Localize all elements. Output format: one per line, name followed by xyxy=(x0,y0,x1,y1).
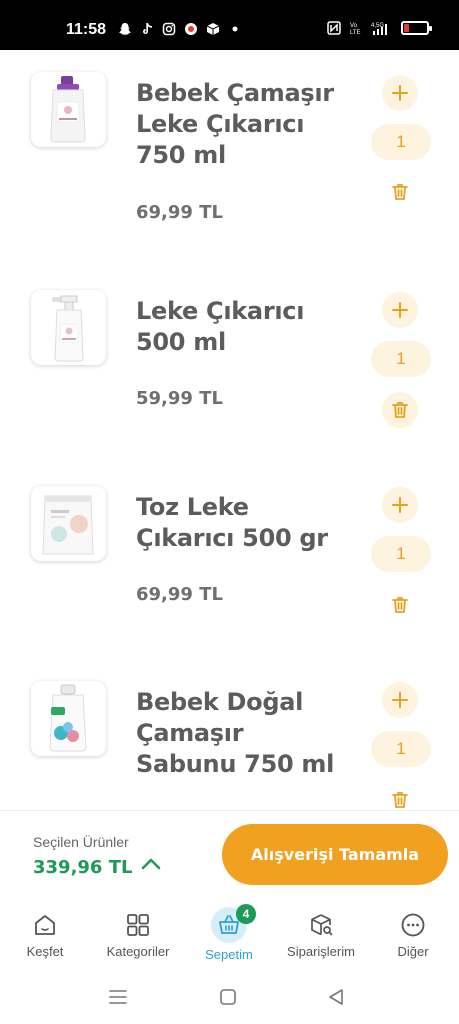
menu-icon[interactable] xyxy=(108,988,128,1006)
svg-text:LTE: LTE xyxy=(350,30,361,35)
trash-icon xyxy=(392,402,408,418)
plus-icon xyxy=(392,497,408,513)
back-icon[interactable] xyxy=(326,988,346,1006)
chevron-up-icon[interactable] xyxy=(140,857,162,871)
instagram-icon xyxy=(162,22,176,36)
trash-icon xyxy=(392,792,408,808)
grid-icon xyxy=(123,910,153,940)
home-square-icon[interactable] xyxy=(219,988,237,1006)
product-image[interactable] xyxy=(31,72,106,147)
powder-pouch-image xyxy=(42,495,94,555)
svg-text:Vo: Vo xyxy=(350,23,358,29)
product-name[interactable]: Toz Leke Çıkarıcı 500 gr xyxy=(136,492,351,554)
product-name[interactable]: Bebek Çamaşır Leke Çıkarıcı 750 ml xyxy=(136,78,351,171)
dot-icon xyxy=(232,26,238,32)
home-icon xyxy=(30,910,60,940)
increase-quantity-button[interactable] xyxy=(382,487,418,523)
remove-item-button[interactable] xyxy=(382,587,418,623)
product-name[interactable]: Leke Çıkarıcı 500 ml xyxy=(136,296,351,358)
soap-bottle-image xyxy=(49,684,87,752)
detergent-bottle-image xyxy=(50,76,86,143)
plus-icon xyxy=(392,302,408,318)
cart-item: Leke Çıkarıcı 500 ml 59,99 TL 1 xyxy=(0,268,459,463)
product-name[interactable]: Bebek Doğal Çamaşır Sabunu 750 ml xyxy=(136,687,351,780)
product-image[interactable] xyxy=(31,681,106,756)
status-time: 11:58 xyxy=(66,21,107,38)
remove-item-button[interactable] xyxy=(382,782,418,810)
volte-icon: VoLTE xyxy=(350,23,361,35)
system-icons: Vo LTE 4,5G xyxy=(327,21,432,35)
status-bar: 11:58 Vo LTE 4,5G xyxy=(0,0,459,50)
spray-bottle-image xyxy=(52,295,84,362)
quantity-value: 1 xyxy=(371,341,431,377)
trash-icon xyxy=(392,597,408,613)
increase-quantity-button[interactable] xyxy=(382,292,418,328)
nav-label: Siparişlerim xyxy=(287,944,355,959)
remove-item-button[interactable] xyxy=(382,174,418,210)
remove-item-button[interactable] xyxy=(382,392,418,428)
nav-item-sepetim[interactable]: 4 Sepetim xyxy=(184,904,274,962)
battery-icon xyxy=(401,21,432,35)
increase-quantity-button[interactable] xyxy=(382,682,418,718)
selected-items-label: Seçilen Ürünler xyxy=(33,834,129,850)
nav-item-kesfet[interactable]: Keşfet xyxy=(0,910,90,959)
quantity-value: 1 xyxy=(371,536,431,572)
snapchat-icon xyxy=(119,23,131,35)
nav-item-siparislerim[interactable]: Siparişlerim xyxy=(276,910,366,959)
cart-item: Bebek Çamaşır Leke Çıkarıcı 750 ml 69,99… xyxy=(0,50,459,245)
nav-label: Diğer xyxy=(397,944,429,959)
nav-label: Keşfet xyxy=(26,944,64,959)
selected-total: 339,96 TL xyxy=(33,857,133,878)
cart-count-badge: 4 xyxy=(236,904,256,924)
more-icon xyxy=(398,910,428,940)
box-icon xyxy=(206,23,220,35)
nav-item-diger[interactable]: Diğer xyxy=(368,910,458,959)
tiktok-icon xyxy=(143,23,152,34)
nav-item-kategoriler[interactable]: Kategoriler xyxy=(93,910,183,959)
plus-icon xyxy=(392,85,408,101)
product-image[interactable] xyxy=(31,486,106,561)
bottom-nav: Keşfet Kategoriler 4 Sepetim Siparişleri… xyxy=(0,900,459,970)
quantity-value: 1 xyxy=(371,124,431,160)
signal-icon: 4,5G xyxy=(371,23,387,35)
quantity-value: 1 xyxy=(371,731,431,767)
increase-quantity-button[interactable] xyxy=(382,75,418,111)
product-image[interactable] xyxy=(31,290,106,365)
notification-icons xyxy=(118,22,242,36)
nav-label: Sepetim xyxy=(205,947,253,962)
cart-item: Bebek Doğal Çamaşır Sabunu 750 ml 1 xyxy=(0,659,459,810)
product-price: 59,99 TL xyxy=(136,388,223,409)
nav-label: Kategoriler xyxy=(106,944,170,959)
trash-icon xyxy=(392,184,408,200)
complete-purchase-button[interactable]: Alışverişi Tamamla xyxy=(222,824,448,885)
vodafone-icon xyxy=(185,23,197,35)
product-price: 69,99 TL xyxy=(136,202,223,223)
package-search-icon xyxy=(306,910,336,940)
system-navigation-bar xyxy=(0,970,459,1024)
plus-icon xyxy=(392,692,408,708)
nfc-icon xyxy=(327,21,341,35)
checkout-bar: Seçilen Ürünler 339,96 TL Alışverişi Tam… xyxy=(0,810,459,900)
product-price: 69,99 TL xyxy=(136,584,223,605)
cart-list[interactable]: Bebek Çamaşır Leke Çıkarıcı 750 ml 69,99… xyxy=(0,50,459,810)
cart-item: Toz Leke Çıkarıcı 500 gr 69,99 TL 1 xyxy=(0,464,459,659)
